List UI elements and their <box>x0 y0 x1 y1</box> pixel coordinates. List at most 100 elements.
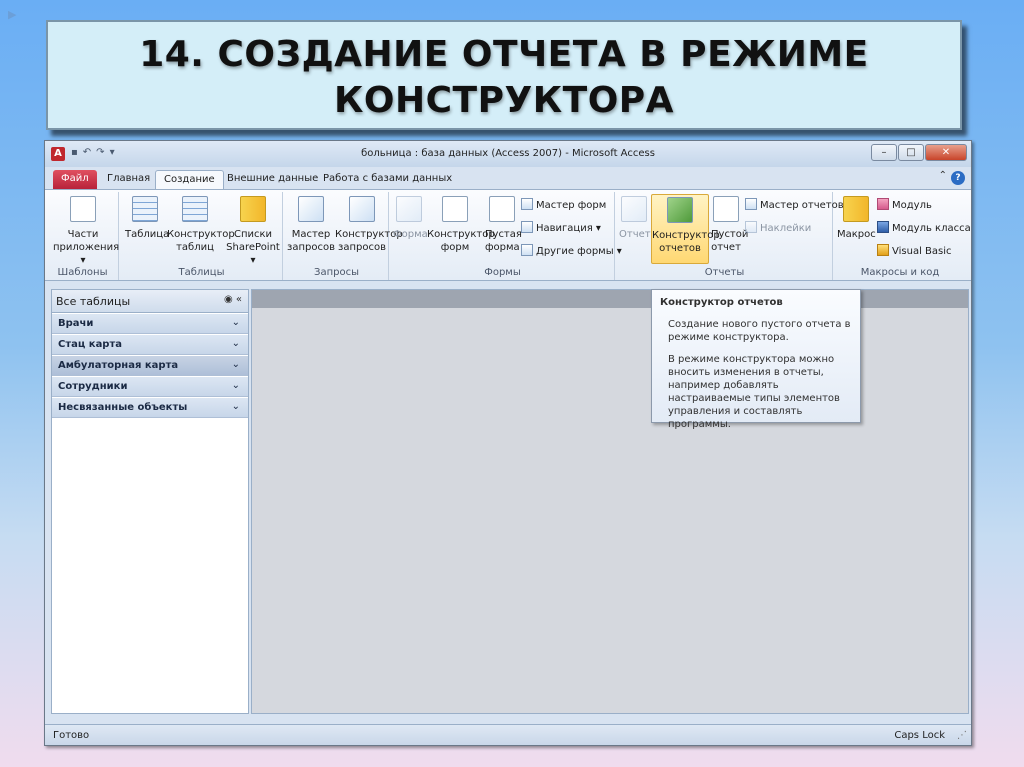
nav-pane-controls-icon[interactable]: ◉ « <box>224 294 242 305</box>
class-module-button[interactable]: Модуль класса <box>877 221 971 236</box>
other-forms-button[interactable]: Другие формы ▾ <box>521 244 622 259</box>
blank-form-button[interactable]: Пустая форма <box>485 194 522 254</box>
module-label: Модуль <box>892 200 932 211</box>
sharepoint-lists-icon <box>240 196 266 222</box>
tooltip-text-2: В режиме конструктора можно вносить изме… <box>668 354 840 430</box>
status-text: Готово <box>53 730 90 741</box>
class-module-label: Модуль класса <box>892 223 971 234</box>
slide-title: 14. СОЗДАНИЕ ОТЧЕТА В РЕЖИМЕ КОНСТРУКТОР… <box>46 20 962 130</box>
status-bar: Готово Caps Lock ⋰ <box>45 724 971 745</box>
macro-button[interactable]: Макрос <box>837 194 876 241</box>
query-designer-icon <box>349 196 375 222</box>
report-icon <box>621 196 647 222</box>
chevron-down-icon: ⌄ <box>231 338 240 349</box>
other-forms-label: Другие формы ▾ <box>536 246 622 257</box>
form-icon <box>396 196 422 222</box>
table-button[interactable]: Таблица <box>125 194 169 241</box>
table-designer-button[interactable]: Конструктор таблиц <box>167 194 235 254</box>
group-label-forms: Формы <box>484 267 521 278</box>
ribbon-tabs: Файл Главная Создание Внешние данные Раб… <box>45 167 971 189</box>
module-button[interactable]: Модуль <box>877 198 932 213</box>
visual-basic-label: Visual Basic <box>892 246 952 257</box>
visual-basic-button[interactable]: Visual Basic <box>877 244 952 259</box>
chevron-down-icon: ⌄ <box>231 380 240 391</box>
table-label: Таблица <box>125 229 170 240</box>
slide-arrow-icon: ▶ <box>8 8 17 21</box>
tab-file[interactable]: Файл <box>53 170 97 189</box>
nav-group-stats-karta[interactable]: Стац карта ⌄ <box>52 335 248 355</box>
nav-group-label: Стац карта <box>58 339 123 350</box>
nav-group-vrachi[interactable]: Врачи ⌄ <box>52 314 248 334</box>
resize-grip-icon[interactable]: ⋰ <box>957 730 967 741</box>
labels-label: Наклейки <box>760 223 812 234</box>
group-queries: Мастер запросов Конструктор запросов Зап… <box>285 192 403 280</box>
application-parts-button[interactable]: Части приложения ▾ <box>53 194 119 267</box>
chevron-down-icon: ⌄ <box>231 401 240 412</box>
report-button[interactable]: Отчет <box>619 194 651 241</box>
nav-group-label: Врачи <box>58 318 94 329</box>
query-wizard-button[interactable]: Мастер запросов <box>287 194 335 254</box>
form-designer-icon <box>442 196 468 222</box>
help-icon[interactable]: ? <box>951 171 965 185</box>
macro-label: Макрос <box>837 229 876 240</box>
form-button[interactable]: Форма <box>393 194 428 241</box>
labels-button[interactable]: Наклейки <box>745 221 811 236</box>
query-designer-button[interactable]: Конструктор запросов <box>335 194 403 254</box>
nav-group-sotrudniki[interactable]: Сотрудники ⌄ <box>52 377 248 397</box>
group-label-reports: Отчеты <box>704 267 745 278</box>
tab-database-tools[interactable]: Работа с базами данных <box>315 170 460 189</box>
group-macros: Макрос Модуль Модуль класса Visual Basic… <box>835 192 971 280</box>
blank-report-button[interactable]: Пустой отчет <box>711 194 748 254</box>
query-wizard-icon <box>298 196 324 222</box>
nav-group-ambulatornaya-karta[interactable]: Амбулаторная карта ⌄ <box>52 356 248 376</box>
document-workspace <box>251 289 969 714</box>
nav-header-label: Все таблицы <box>56 295 131 308</box>
slide-title-line2: КОНСТРУКТОРА <box>333 80 675 121</box>
group-label-queries: Запросы <box>314 267 359 278</box>
form-designer-button[interactable]: Конструктор форм <box>427 194 495 254</box>
report-wizard-icon <box>745 198 757 210</box>
navigation-label: Навигация ▾ <box>536 223 601 234</box>
report-designer-icon <box>667 197 693 223</box>
report-wizard-label: Мастер отчетов <box>760 200 844 211</box>
window-title: больница : база данных (Access 2007) - M… <box>361 148 655 159</box>
chevron-down-icon: ⌄ <box>231 359 240 370</box>
title-bar: A ▪ ↶ ↷ ▾ больница : база данных (Access… <box>45 141 971 167</box>
application-parts-icon <box>70 196 96 222</box>
navigation-icon <box>521 221 533 233</box>
nav-group-label: Несвязанные объекты <box>58 402 188 413</box>
minimize-button[interactable]: – <box>871 144 897 161</box>
nav-group-unrelated-objects[interactable]: Несвязанные объекты ⌄ <box>52 398 248 418</box>
collapse-ribbon-icon[interactable]: ⌃ <box>939 170 947 181</box>
close-button[interactable]: ✕ <box>925 144 967 161</box>
blank-form-label: Пустая форма <box>485 229 522 253</box>
application-parts-label: Части приложения ▾ <box>53 229 120 266</box>
blank-form-icon <box>489 196 515 222</box>
report-wizard-button[interactable]: Мастер отчетов <box>745 198 844 213</box>
form-wizard-button[interactable]: Мастер форм <box>521 198 606 213</box>
group-reports: Отчет Конструктор отчетов Пустой отчет М… <box>617 192 844 280</box>
table-designer-icon <box>182 196 208 222</box>
report-designer-tooltip: Конструктор отчетов Создание нового пуст… <box>651 289 861 430</box>
maximize-button[interactable]: □ <box>898 144 924 161</box>
access-window: A ▪ ↶ ↷ ▾ больница : база данных (Access… <box>44 140 972 746</box>
navigation-button[interactable]: Навигация ▾ <box>521 221 601 236</box>
query-wizard-label: Мастер запросов <box>287 229 335 253</box>
report-label: Отчет <box>619 229 651 240</box>
sharepoint-lists-button[interactable]: Списки SharePoint ▾ <box>225 194 281 267</box>
report-designer-button[interactable]: Конструктор отчетов <box>651 194 720 264</box>
slide-title-line1: 14. СОЗДАНИЕ ОТЧЕТА В РЕЖИМЕ <box>139 34 869 75</box>
tooltip-text-1: Создание нового пустого отчета в режиме … <box>668 319 851 343</box>
report-designer-label: Конструктор отчетов <box>652 230 720 254</box>
ribbon: Части приложения ▾ Шаблоны Таблица Конст… <box>45 189 971 281</box>
form-wizard-label: Мастер форм <box>536 200 607 211</box>
nav-group-label: Сотрудники <box>58 381 128 392</box>
navigation-pane-header[interactable]: Все таблицы ◉ « <box>52 290 248 313</box>
other-forms-icon <box>521 244 533 256</box>
group-templates: Части приложения ▾ Шаблоны <box>47 192 119 280</box>
tab-external-data[interactable]: Внешние данные <box>219 170 326 189</box>
group-label-templates: Шаблоны <box>57 267 108 278</box>
tab-home[interactable]: Главная <box>99 170 158 189</box>
caps-lock-indicator: Caps Lock <box>894 730 945 741</box>
tab-create[interactable]: Создание <box>155 170 224 189</box>
